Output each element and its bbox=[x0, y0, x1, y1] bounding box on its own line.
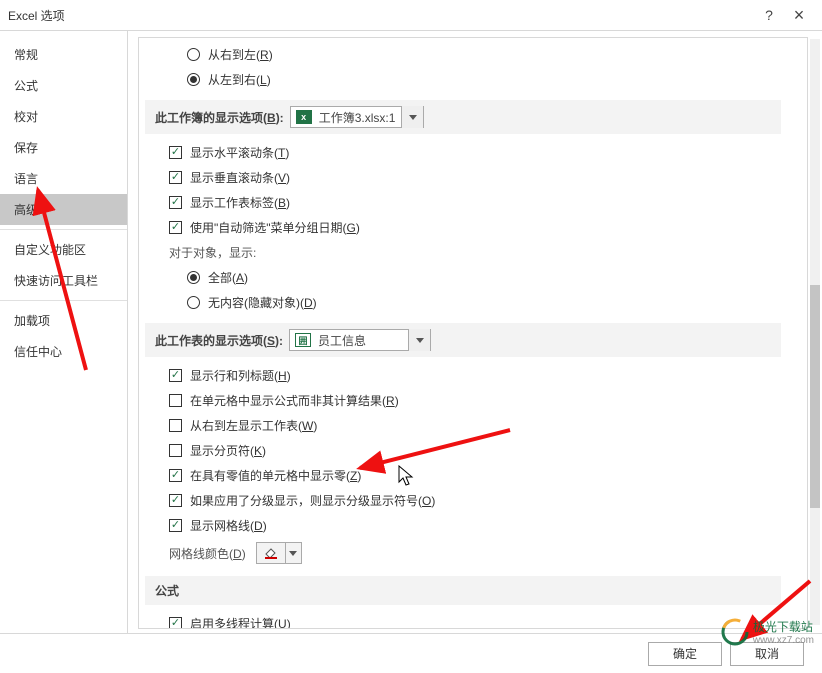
checkbox[interactable] bbox=[169, 469, 182, 482]
window-title: Excel 选项 bbox=[8, 7, 65, 24]
nav-formulas[interactable]: 公式 bbox=[0, 70, 127, 101]
ok-button[interactable]: 确定 bbox=[648, 642, 722, 666]
opt-sheet-tabs[interactable]: 显示工作表标签(B) bbox=[139, 190, 793, 215]
nav-proofing[interactable]: 校对 bbox=[0, 101, 127, 132]
checkbox[interactable] bbox=[169, 617, 182, 629]
rtl-label: 从右到左 bbox=[208, 48, 256, 62]
worksheet-dropdown[interactable]: 囲 员工信息 bbox=[289, 329, 431, 351]
nav-advanced[interactable]: 高级 bbox=[0, 194, 127, 225]
section-worksheet-display: 此工作表的显示选项(S): 囲 员工信息 bbox=[145, 323, 781, 357]
nav-trust-center[interactable]: 信任中心 bbox=[0, 336, 127, 367]
chevron-down-icon[interactable] bbox=[285, 542, 301, 564]
radio-rtl[interactable] bbox=[187, 48, 200, 61]
checkbox[interactable] bbox=[169, 494, 182, 507]
opt-show-zero[interactable]: 在具有零值的单元格中显示零(Z) bbox=[139, 463, 793, 488]
section-formulas: 公式 bbox=[145, 576, 781, 605]
watermark: 极光下载站 www.xz7.com bbox=[721, 618, 814, 646]
opt-gridline-color: 网格线颜色(D) bbox=[139, 538, 793, 568]
chevron-down-icon[interactable] bbox=[408, 329, 430, 351]
checkbox[interactable] bbox=[169, 196, 182, 209]
radio-ltr[interactable] bbox=[187, 73, 200, 86]
nav-quick-access[interactable]: 快速访问工具栏 bbox=[0, 265, 127, 296]
opt-objects-all[interactable]: 全部(A) bbox=[139, 265, 793, 290]
options-panel: 从右到左(R) 从左到右(L) 此工作簿的显示选项(B): x 工作簿3.xls… bbox=[138, 37, 808, 629]
chevron-down-icon[interactable] bbox=[401, 106, 423, 128]
opt-rtl-sheet[interactable]: 从右到左显示工作表(W) bbox=[139, 413, 793, 438]
dir-rtl-row[interactable]: 从右到左(R) bbox=[139, 42, 793, 67]
scrollbar-thumb[interactable] bbox=[810, 285, 820, 508]
workbook-dropdown[interactable]: x 工作簿3.xlsx:1 bbox=[290, 106, 425, 128]
checkbox[interactable] bbox=[169, 519, 182, 532]
dialog-footer: 确定 取消 bbox=[0, 633, 822, 673]
checkbox[interactable] bbox=[169, 369, 182, 382]
nav-addins[interactable]: 加载项 bbox=[0, 305, 127, 336]
opt-outline-symbols[interactable]: 如果应用了分级显示，则显示分级显示符号(O) bbox=[139, 488, 793, 513]
nav-save[interactable]: 保存 bbox=[0, 132, 127, 163]
radio[interactable] bbox=[187, 271, 200, 284]
checkbox[interactable] bbox=[169, 171, 182, 184]
paint-bucket-icon bbox=[261, 546, 281, 560]
opt-vert-scroll[interactable]: 显示垂直滚动条(V) bbox=[139, 165, 793, 190]
opt-show-formulas[interactable]: 在单元格中显示公式而非其计算结果(R) bbox=[139, 388, 793, 413]
opt-multithread[interactable]: 启用多线程计算(U) bbox=[139, 611, 793, 629]
objects-label-row: 对于对象，显示: bbox=[139, 240, 793, 265]
nav-customize-ribbon[interactable]: 自定义功能区 bbox=[0, 234, 127, 265]
opt-page-breaks[interactable]: 显示分页符(K) bbox=[139, 438, 793, 463]
nav-general[interactable]: 常规 bbox=[0, 39, 127, 70]
opt-row-col-headers[interactable]: 显示行和列标题(H) bbox=[139, 363, 793, 388]
opt-autofilter-group[interactable]: 使用"自动筛选"菜单分组日期(G) bbox=[139, 215, 793, 240]
watermark-logo-icon bbox=[721, 618, 749, 646]
dir-ltr-row[interactable]: 从左到右(L) bbox=[139, 67, 793, 92]
opt-gridlines[interactable]: 显示网格线(D) bbox=[139, 513, 793, 538]
close-button[interactable]: × bbox=[784, 5, 814, 26]
checkbox[interactable] bbox=[169, 221, 182, 234]
help-button[interactable]: ? bbox=[754, 7, 784, 23]
checkbox[interactable] bbox=[169, 394, 182, 407]
category-sidebar: 常规 公式 校对 保存 语言 高级 自定义功能区 快速访问工具栏 加载项 信任中… bbox=[0, 31, 128, 633]
radio[interactable] bbox=[187, 296, 200, 309]
checkbox[interactable] bbox=[169, 419, 182, 432]
checkbox[interactable] bbox=[169, 146, 182, 159]
title-bar: Excel 选项 ? × bbox=[0, 0, 822, 30]
checkbox[interactable] bbox=[169, 444, 182, 457]
opt-horiz-scroll[interactable]: 显示水平滚动条(T) bbox=[139, 140, 793, 165]
ltr-label: 从左到右 bbox=[208, 73, 256, 87]
gridline-color-picker[interactable] bbox=[256, 542, 302, 564]
opt-objects-none[interactable]: 无内容(隐藏对象)(D) bbox=[139, 290, 793, 315]
nav-language[interactable]: 语言 bbox=[0, 163, 127, 194]
section-workbook-display: 此工作簿的显示选项(B): x 工作簿3.xlsx:1 bbox=[145, 100, 781, 134]
sheet-icon: 囲 bbox=[294, 332, 312, 348]
vertical-scrollbar[interactable] bbox=[810, 39, 820, 625]
excel-icon: x bbox=[295, 109, 313, 125]
